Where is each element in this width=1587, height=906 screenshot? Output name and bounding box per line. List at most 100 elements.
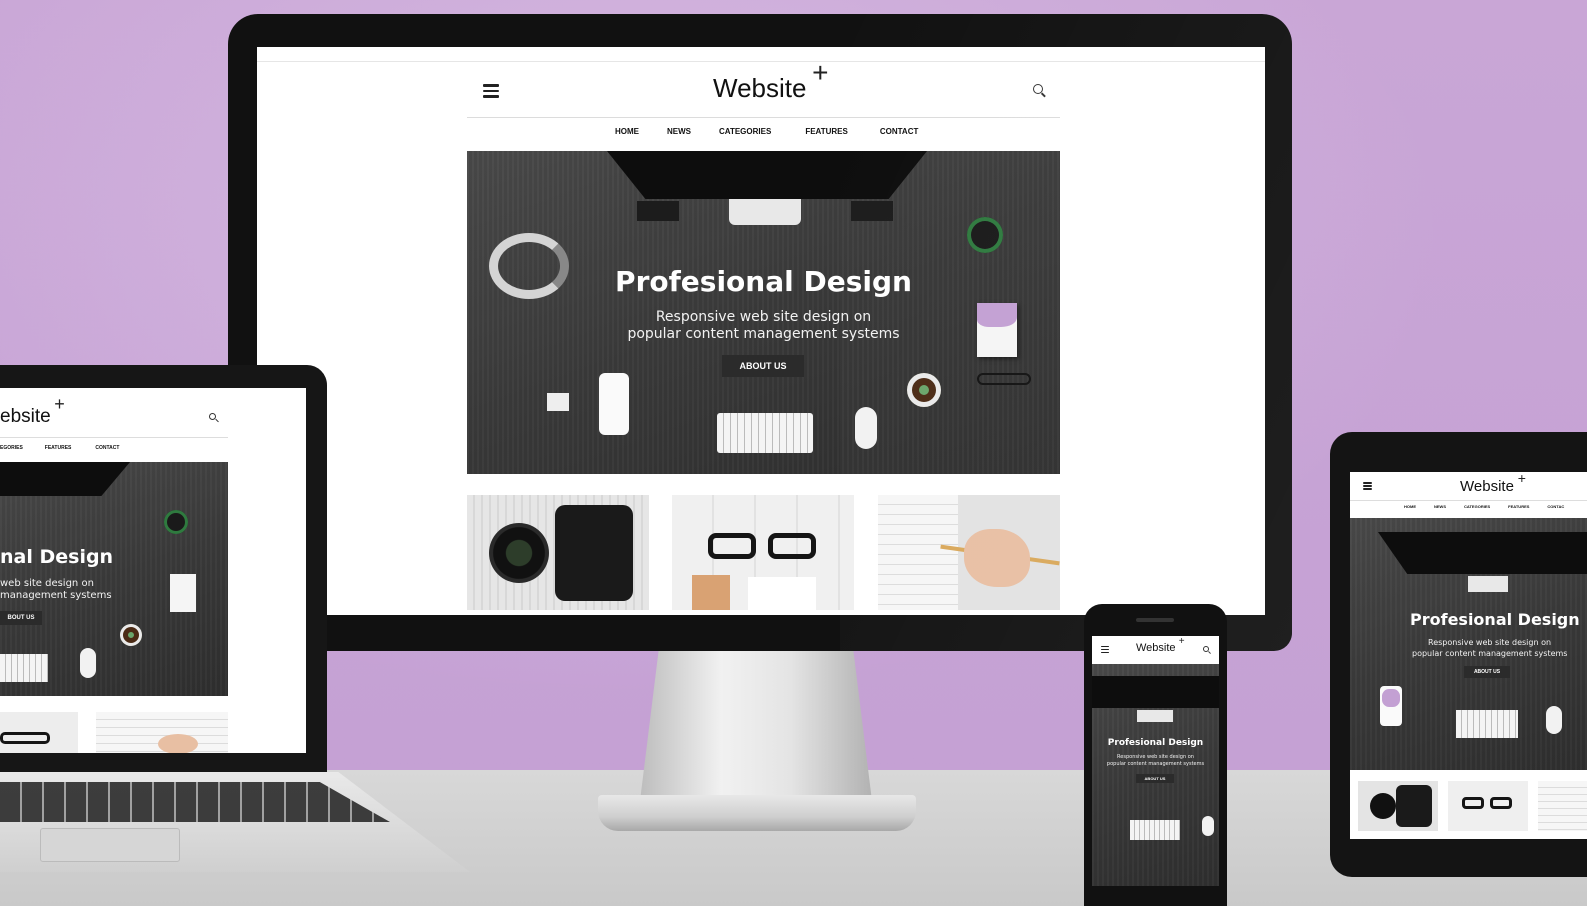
nav-news[interactable]: NEWS [667,127,691,136]
tablet-screen: Website + HOME NEWS CATEGORIES FEATURES … [1350,472,1587,839]
thumbnail-glasses[interactable] [672,495,854,610]
monitor-foot [598,795,916,831]
tablet-nav-categories[interactable]: CATEGORIES [1464,504,1490,509]
phone-monitor-stand [1137,710,1173,722]
laptop-hero-sub1: web site design on [0,578,94,589]
laptop-nav-features[interactable]: FEATURES [45,445,72,451]
tablet-phone-prop [1380,686,1402,726]
tablet-nav-features[interactable]: FEATURES [1508,504,1529,509]
phone-site-logo[interactable]: Website + [1136,636,1185,654]
tablet-hero-sub1: Responsive web site design on [1428,638,1552,647]
tablet-nav: HOME NEWS CATEGORIES FEATURES CONTAC [1404,504,1564,509]
laptop-search-icon[interactable] [209,413,219,423]
thumbnail-writing[interactable] [878,495,1060,610]
laptop-logo-plus: + [54,394,65,414]
search-icon[interactable] [1033,84,1047,98]
laptop-notepad [170,574,196,612]
phone-hero-banner: Profesional Design Responsive web site d… [1092,664,1219,886]
phone-hamburger-icon[interactable] [1101,646,1109,653]
phone-keyboard-prop [1130,820,1180,840]
phone-logo-plus: + [1178,636,1185,647]
hero-subtitle-line1: Responsive web site design on [655,309,872,325]
nav-home[interactable]: HOME [615,127,639,136]
tablet-logo-plus: + [1517,472,1526,486]
tablet-nav-contact[interactable]: CONTAC [1547,504,1564,509]
laptop-nav-contact[interactable]: CONTACT [95,445,119,451]
laptop-hero-banner: nal Design web site design on management… [0,462,228,696]
tablet-hero-title: Profesional Design [1410,610,1580,629]
phone-mouse-prop [1202,816,1214,836]
laptop-logo-text: ebsite [0,406,51,427]
header-divider [467,117,1060,118]
phone-search-icon[interactable] [1203,646,1211,654]
nav-features[interactable]: FEATURES [805,127,848,136]
phone-screen: Website + Profesional Design Responsive … [1092,636,1219,886]
hamburger-icon[interactable] [483,84,499,98]
laptop-nav-categories[interactable]: EGORIES [0,445,23,451]
speaker-left [637,201,679,221]
laptop-keyboard-prop [0,654,48,682]
laptop-about-button[interactable]: BOUT US [0,611,42,625]
hero-banner: Profesional Design Responsive web site d… [467,151,1060,474]
laptop-thumbnail-glasses[interactable] [0,712,78,753]
monitor-prop-stand [729,199,801,225]
laptop-site-logo[interactable]: ebsite + [0,394,65,428]
hero-subtitle-line2: popular content management systems [627,326,900,342]
glasses-image [977,373,1031,385]
laptop-monitor-prop [0,462,130,496]
tablet-thumbnail-glasses[interactable] [1448,781,1528,831]
tablet-header-divider [1350,500,1587,501]
tablet-keyboard-prop [1456,710,1518,738]
main-nav: HOME NEWS CATEGORIES FEATURES CONTACT [615,127,918,136]
laptop-pen-cup [164,510,188,534]
laptop-nav: EGORIES FEATURES CONTACT [0,445,119,451]
laptop-header-divider [0,437,228,438]
nav-contact[interactable]: CONTACT [880,127,919,136]
laptop-thumbnail-writing[interactable] [96,712,228,753]
laptop-coffee [120,624,142,646]
phone-hero-sub1: Responsive web site design on [1117,754,1194,760]
laptop-trackpad [40,828,180,862]
coffee-cup-image [907,373,941,407]
tablet-site-logo[interactable]: Website + [1460,472,1526,495]
laptop-screen: ebsite + EGORIES FEATURES CONTACT nal De… [0,388,306,753]
mouse-image [855,407,877,449]
phone-about-button[interactable]: ABOUT US [1136,774,1174,783]
phone-logo-text: Website [1136,642,1176,654]
tablet-nav-home[interactable]: HOME [1404,504,1416,509]
tablet-thumbnail-camera[interactable] [1358,781,1438,831]
tablet-monitor-stand [1468,576,1508,592]
logo-text: Website [713,73,807,103]
keyboard-image [717,413,813,453]
tablet-about-button[interactable]: ABOUT US [1464,666,1510,678]
monitor-prop-image [607,151,927,199]
phone-monitor-prop [1092,676,1219,708]
phone-hero-sub2: popular content management systems [1106,761,1205,767]
monitor-stand [640,651,872,801]
laptop-hero-sub2: management systems [0,590,112,601]
about-us-button[interactable]: ABOUT US [722,355,804,377]
tablet-nav-news[interactable]: NEWS [1434,504,1446,509]
laptop-hero-title: nal Design [0,546,114,568]
tablet-hero-sub2: popular content management systems [1412,649,1568,658]
tablet-thumbnail-writing[interactable] [1538,781,1587,831]
pen-cup-image [967,217,1003,253]
phone-speaker [1136,618,1174,622]
phone-hero-title: Profesional Design [1107,738,1204,748]
tablet-mouse-prop [1546,706,1562,734]
tablet-logo-text: Website [1460,478,1514,495]
tablet-hero-banner: Profesional Design Responsive web site d… [1350,518,1587,770]
thumbnail-camera[interactable] [467,495,649,610]
top-divider [257,61,1265,62]
phone-prop-image [599,373,629,435]
tablet-hamburger-icon[interactable] [1363,482,1372,490]
hero-title: Profesional Design [615,265,912,298]
desktop-screen: Website + HOME NEWS CATEGORIES FEATURES … [257,47,1265,615]
site-logo[interactable]: Website + [713,57,828,104]
charger-image [547,393,569,411]
laptop-mouse-prop [80,648,96,678]
speaker-right [851,201,893,221]
nav-categories[interactable]: CATEGORIES [719,127,771,136]
tablet-monitor-prop [1378,532,1587,574]
logo-plus: + [812,57,829,88]
